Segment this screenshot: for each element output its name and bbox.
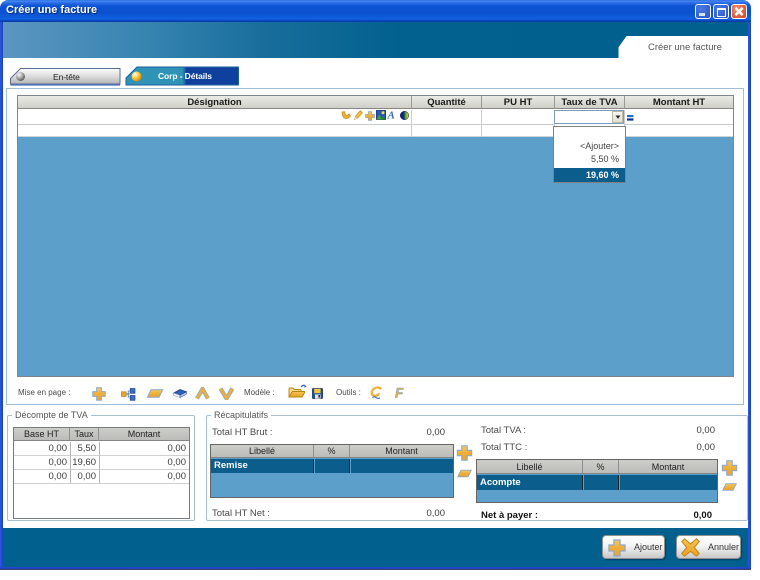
svg-text:A: A: [387, 110, 395, 121]
svg-text:F: F: [395, 386, 404, 401]
